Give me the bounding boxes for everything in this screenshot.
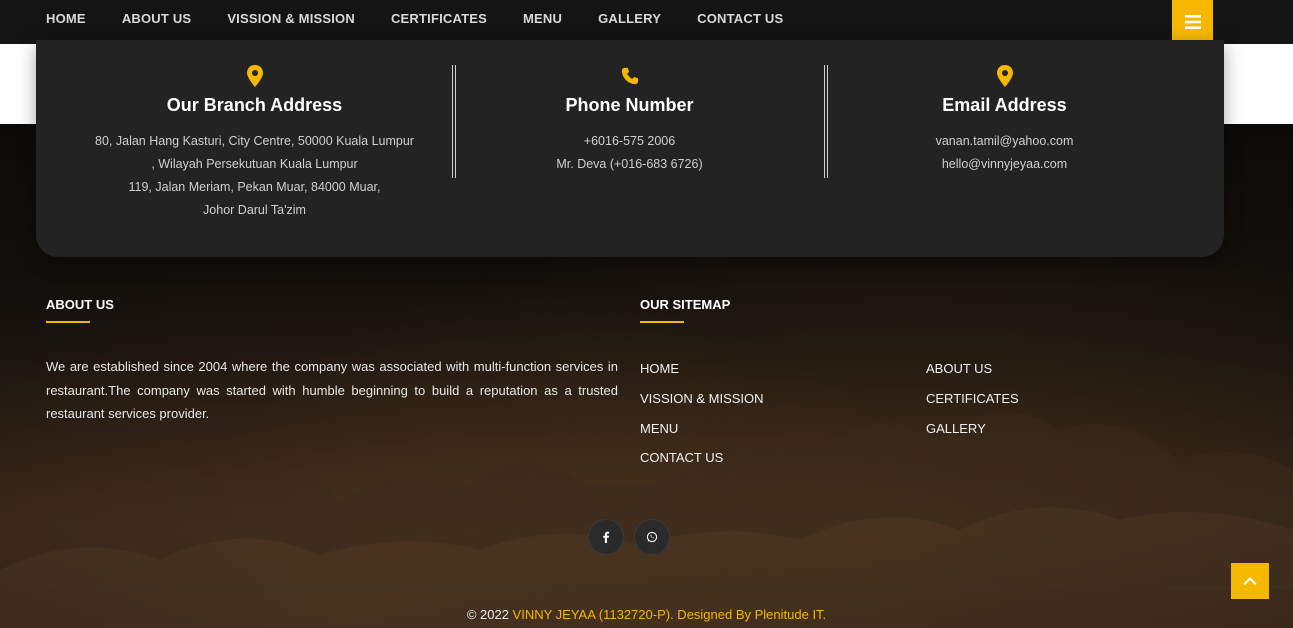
- about-us-text: We are established since 2004 where the …: [46, 359, 618, 421]
- branch-address-column: Our Branch Address 80, Jalan Hang Kastur…: [67, 40, 442, 222]
- sitemap-link-vission-mission[interactable]: VISSION & MISSION: [640, 391, 764, 406]
- about-us-heading: ABOUT US: [46, 297, 114, 312]
- hamburger-icon: [1184, 15, 1201, 29]
- designed-by-text[interactable]: . Designed By Plenitude IT.: [670, 607, 826, 622]
- contact-info-card: Our Branch Address 80, Jalan Hang Kastur…: [36, 40, 1224, 257]
- phone-icon: [621, 67, 638, 85]
- branch-address-line: 119, Jalan Meriam, Pekan Muar, 84000 Mua…: [128, 180, 381, 194]
- sitemap-link-certificates[interactable]: CERTIFICATES: [926, 391, 1019, 406]
- nav-menu: HOME ABOUT US VISSION & MISSION CERTIFIC…: [46, 0, 819, 36]
- phone-number-column: Phone Number +6016-575 2006 Mr. Deva (+0…: [442, 40, 817, 176]
- sitemap-link-home[interactable]: HOME: [640, 361, 679, 376]
- copyright-prefix: © 2022: [466, 607, 513, 622]
- facebook-button[interactable]: [588, 519, 624, 555]
- phone-number-line: +6016-575 2006: [583, 134, 676, 148]
- branch-address-line: Johor Darul Ta'zim: [203, 203, 306, 217]
- sitemap-link-contact-us[interactable]: CONTACT US: [640, 450, 723, 465]
- branch-address-title: Our Branch Address: [166, 95, 343, 115]
- nav-gallery[interactable]: GALLERY: [598, 11, 661, 26]
- scroll-to-top-button[interactable]: [1231, 563, 1269, 599]
- nav-vission-mission[interactable]: VISSION & MISSION: [227, 11, 355, 26]
- sitemap-heading: OUR SITEMAP: [640, 297, 731, 312]
- nav-home[interactable]: HOME: [46, 11, 86, 26]
- branch-address-line: , Wilayah Persekutuan Kuala Lumpur: [151, 157, 358, 171]
- company-link[interactable]: VINNY JEYAA (1132720-P): [513, 607, 671, 622]
- email-address-column: Email Address vanan.tamil@yahoo.com hell…: [817, 40, 1192, 176]
- whatsapp-icon: [646, 531, 658, 543]
- about-us-underline: [46, 321, 90, 323]
- nav-contact-us[interactable]: CONTACT US: [697, 11, 783, 26]
- whatsapp-button[interactable]: [634, 519, 670, 555]
- email-address-line[interactable]: vanan.tamil@yahoo.com: [817, 130, 1192, 153]
- nav-certificates[interactable]: CERTIFICATES: [391, 11, 487, 26]
- sitemap-link-gallery[interactable]: GALLERY: [926, 421, 986, 436]
- sitemap-link-about-us[interactable]: ABOUT US: [926, 361, 992, 376]
- phone-number-title: Phone Number: [565, 95, 694, 115]
- map-pin-icon: [996, 65, 1013, 87]
- facebook-icon: [603, 531, 610, 543]
- menu-toggle-button[interactable]: [1172, 0, 1213, 44]
- sitemap-underline: [640, 321, 684, 323]
- email-address-line[interactable]: hello@vinnyjeyaa.com: [817, 153, 1192, 176]
- top-nav: HOME ABOUT US VISSION & MISSION CERTIFIC…: [0, 0, 1293, 44]
- nav-about-us[interactable]: ABOUT US: [122, 11, 192, 26]
- copyright-text: © 2022 VINNY JEYAA (1132720-P). Designed…: [0, 607, 1293, 622]
- map-pin-icon: [246, 65, 263, 87]
- nav-menu-link[interactable]: MENU: [523, 11, 562, 26]
- sitemap-link-menu[interactable]: MENU: [640, 421, 678, 436]
- chevron-up-icon: [1243, 577, 1257, 586]
- phone-number-line: Mr. Deva (+016-683 6726): [556, 157, 703, 171]
- branch-address-line: 80, Jalan Hang Kasturi, City Centre, 500…: [95, 134, 414, 148]
- email-address-title: Email Address: [942, 95, 1067, 115]
- footer-divider: [0, 587, 1293, 588]
